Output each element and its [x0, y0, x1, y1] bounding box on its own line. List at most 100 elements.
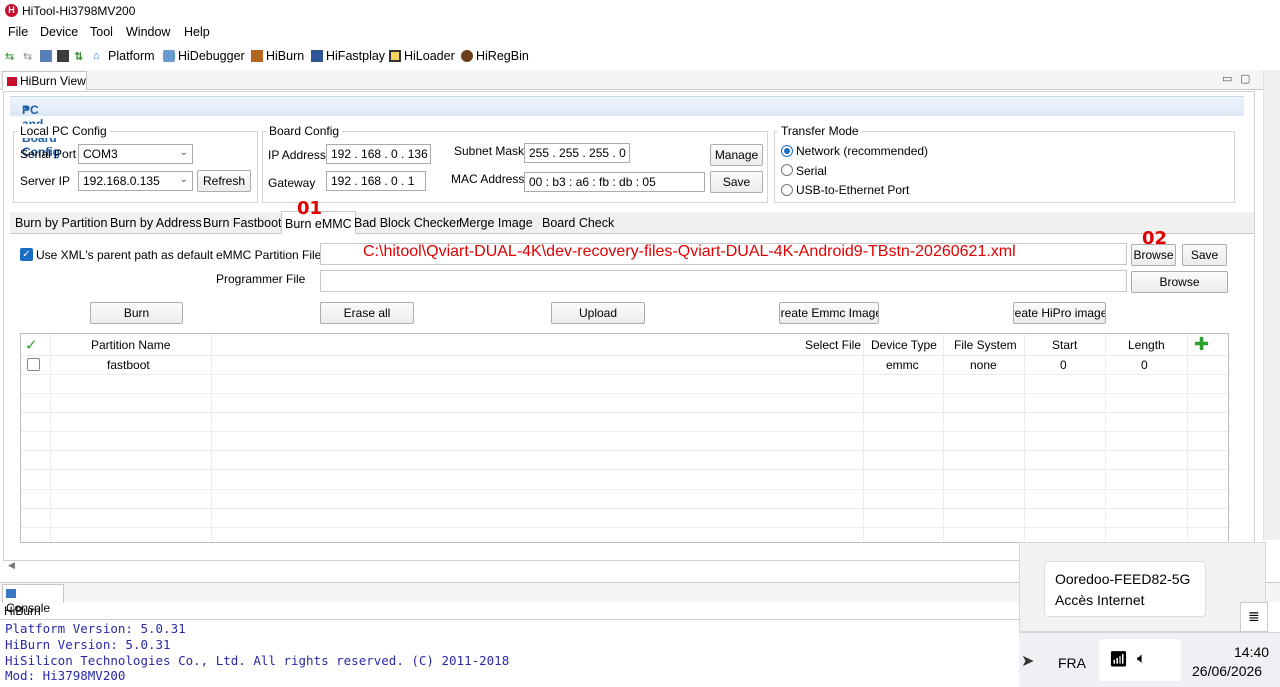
programmer-file-label: Programmer File	[216, 272, 306, 286]
create-emmc-image-button[interactable]: Create Emmc Image	[779, 302, 879, 324]
app-logo-icon: H	[5, 4, 18, 17]
radio-usb-ethernet[interactable]	[781, 184, 793, 196]
console-line: HiSilicon Technologies Co., Ltd. All rig…	[5, 653, 510, 668]
taskbar-tray: ➤ FRA 📶︎ 🔈︎ 14:40 26/06/2026	[1019, 632, 1280, 687]
location-icon[interactable]: ➤	[1021, 651, 1034, 671]
menu-tool[interactable]: Tool	[90, 25, 113, 39]
toolbar-hiloader[interactable]: HiLoader	[389, 49, 455, 63]
wifi-icon: 📶︎	[1109, 651, 1129, 668]
chevron-down-icon: ⌄	[179, 174, 188, 185]
col-length[interactable]: Length	[1128, 338, 1165, 352]
loader-icon	[389, 50, 401, 62]
mac-address-field[interactable]: 00 : b3 : a6 : fb : db : 05	[524, 172, 705, 192]
cell-device-type: emmc	[886, 358, 919, 372]
serial-icon[interactable]	[40, 50, 52, 62]
minimize-icon[interactable]: ▭	[1222, 72, 1232, 85]
console-icon	[6, 589, 16, 598]
upload-button[interactable]: Upload	[551, 302, 645, 324]
toolbar-platform[interactable]: ⌂ Platform	[93, 49, 155, 63]
board-config-title: Board Config	[266, 124, 343, 138]
section-header[interactable]: ▼ PC and Board Config	[10, 96, 1244, 159]
partition-table: ✓ Partition Name Select File Device Type…	[20, 333, 1229, 543]
col-select-file[interactable]: Select File	[805, 338, 861, 352]
cell-start: 0	[1060, 358, 1067, 372]
debugger-icon	[163, 50, 175, 62]
subnet-mask-label: Subnet Mask	[454, 144, 525, 158]
tab-bad-block-checker[interactable]: Bad Block Checker	[354, 216, 460, 230]
cell-partition-name: fastboot	[107, 358, 150, 372]
toolbar-hiregbin[interactable]: HiRegBin	[461, 49, 529, 63]
menu-file[interactable]: File	[8, 25, 28, 39]
wifi-tooltip-card: Ooredoo-FEED82-5G Accès Internet	[1044, 561, 1206, 617]
toolbar-hidebugger[interactable]: HiDebugger	[163, 49, 245, 63]
erase-all-button[interactable]: Erase all	[320, 302, 414, 324]
toolbar-hiburn[interactable]: HiBurn	[251, 49, 304, 63]
browse-partition-button[interactable]: Browse	[1131, 244, 1176, 266]
board-config-group	[262, 131, 768, 203]
partition-file-field[interactable]: C:\hitool\Qviart-DUAL-4K\dev-recovery-fi…	[320, 243, 1127, 265]
view-tab-bar: HiBurn View ▭ ▢	[0, 70, 1280, 90]
chevron-down-icon: ⌄	[179, 147, 188, 158]
programmer-file-field[interactable]	[320, 270, 1127, 292]
burn-tabs: Burn by Partition Burn by Address Burn F…	[10, 211, 1254, 234]
col-device-type[interactable]: Device Type	[871, 338, 937, 352]
home-icon: ⌂	[93, 50, 100, 62]
subnet-mask-field[interactable]: 255 . 255 . 255 . 0	[524, 143, 630, 163]
terminal-icon[interactable]	[57, 50, 69, 62]
volume-icon: 🔈︎	[1137, 650, 1147, 667]
notification-button[interactable]: ≣	[1240, 602, 1268, 632]
vertical-scrollbar[interactable]	[1263, 70, 1280, 540]
menu-window[interactable]: Window	[126, 25, 170, 39]
partition-save-button[interactable]: Save	[1182, 244, 1227, 266]
window-title: HiTool-Hi3798MV200	[22, 4, 136, 18]
col-file-system[interactable]: File System	[954, 338, 1017, 352]
server-ip-select[interactable]: 192.168.0.135 ⌄	[78, 171, 193, 191]
console-source: HiBurn	[4, 604, 41, 618]
toolbar-hifastplay[interactable]: HiFastplay	[311, 49, 385, 63]
gateway-field[interactable]: 192 . 168 . 0 . 1	[326, 171, 426, 191]
connect-icon[interactable]: ⇆	[5, 50, 17, 63]
radio-network[interactable]	[781, 145, 793, 157]
tab-merge-image[interactable]: Merge Image	[459, 216, 533, 230]
burn-button[interactable]: Burn	[90, 302, 183, 324]
refresh-button[interactable]: Refresh	[197, 170, 251, 192]
title-bar: H HiTool-Hi3798MV200	[0, 0, 1280, 22]
add-row-icon[interactable]: ✚	[1194, 334, 1209, 355]
manage-button[interactable]: Manage	[710, 144, 763, 166]
radio-serial[interactable]	[781, 164, 793, 176]
disconnect-icon[interactable]: ⇆	[23, 50, 35, 63]
language-indicator[interactable]: FRA	[1058, 655, 1086, 671]
transfer-mode-title: Transfer Mode	[778, 124, 862, 138]
col-start[interactable]: Start	[1052, 338, 1077, 352]
menu-device[interactable]: Device	[40, 25, 78, 39]
gateway-label: Gateway	[268, 176, 316, 190]
browse-programmer-button[interactable]: Browse	[1131, 271, 1228, 293]
serial-port-select[interactable]: COM3 ⌄	[78, 144, 193, 164]
cell-length: 0	[1141, 358, 1148, 372]
select-all-check-icon[interactable]: ✓	[25, 336, 38, 354]
tab-burn-by-address[interactable]: Burn by Address	[110, 216, 202, 230]
transfer-icon[interactable]: ⇅	[74, 50, 86, 63]
toolbar: ⇆ ⇆ ⇅ ⌂ Platform HiDebugger HiBurn HiFast…	[0, 44, 1280, 68]
col-partition-name[interactable]: Partition Name	[91, 338, 170, 352]
ip-address-field[interactable]: 192 . 168 . 0 . 136	[326, 144, 431, 164]
hiburn-view-icon	[7, 77, 17, 87]
clock-time[interactable]: 14:40	[1234, 644, 1269, 660]
menu-help[interactable]: Help	[184, 25, 210, 39]
hiburn-view-tab[interactable]: HiBurn View	[2, 71, 87, 90]
create-hipro-image-button[interactable]: Create HiPro image	[1013, 302, 1106, 324]
use-xml-checkbox[interactable]: ✓	[20, 248, 33, 261]
partition-file-label: eMMC Partition File	[216, 248, 322, 262]
row-checkbox[interactable]	[27, 358, 40, 371]
network-volume-button[interactable]: 📶︎ 🔈︎	[1099, 639, 1181, 681]
maximize-icon[interactable]: ▢	[1240, 72, 1250, 85]
tab-board-check[interactable]: Board Check	[542, 216, 614, 230]
scroll-left-icon[interactable]: ◀	[8, 560, 15, 571]
console-tab[interactable]: Console	[2, 584, 64, 615]
burn-icon	[251, 50, 263, 62]
local-pc-group	[13, 131, 258, 203]
tab-burn-by-partition[interactable]: Burn by Partition	[15, 216, 107, 230]
tab-burn-fastboot[interactable]: Burn Fastboot	[203, 216, 282, 230]
board-save-button[interactable]: Save	[710, 171, 763, 193]
clock-date[interactable]: 26/06/2026	[1192, 663, 1262, 679]
